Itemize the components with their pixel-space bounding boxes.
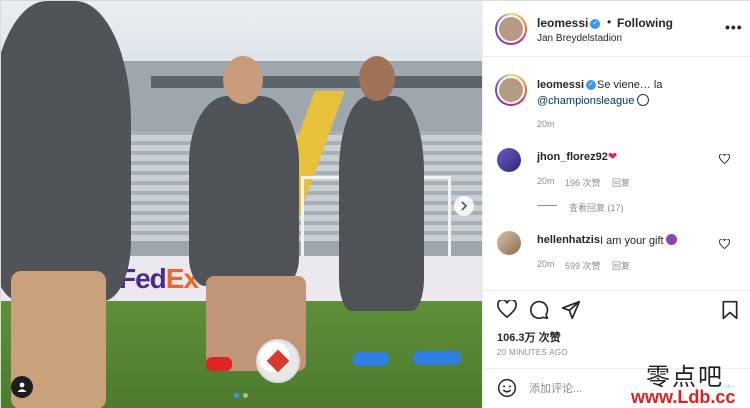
photo-boot-red: [206, 357, 232, 371]
post-photo[interactable]: FedEx: [1, 1, 482, 408]
user-icon: [17, 382, 27, 392]
comment-reply-button[interactable]: 回复: [612, 259, 630, 272]
verified-badge-icon: ✓: [590, 18, 601, 29]
carousel-indicator: [234, 393, 248, 398]
instagram-post-modal: FedEx leomessi ✓ • Following Jan Breydel…: [0, 0, 750, 408]
heart-icon: ❤: [608, 151, 618, 163]
comment-time[interactable]: 20m: [537, 176, 555, 186]
caption-text: Se viene… la: [597, 79, 663, 91]
photo-boot-blue-2: [413, 351, 461, 365]
bookmark-icon[interactable]: [721, 300, 739, 320]
emoji-smiley-icon[interactable]: [497, 378, 517, 398]
carousel-dot-active: [234, 393, 239, 398]
comment-like-heart-icon[interactable]: [719, 239, 730, 249]
comment-like-heart-icon[interactable]: [719, 154, 730, 164]
soccer-ball-icon: [637, 94, 650, 106]
following-button[interactable]: Following: [617, 16, 673, 30]
caption-mention-link[interactable]: @championsleague: [537, 94, 650, 107]
post-header: leomessi ✓ • Following Jan Breydelstadion…: [483, 1, 750, 57]
carousel-next-button[interactable]: [454, 196, 474, 216]
comment-username[interactable]: hellenhatzis: [537, 234, 600, 246]
author-avatar[interactable]: [495, 13, 527, 45]
tagged-users-button[interactable]: [11, 376, 33, 398]
author-username[interactable]: leomessi ✓: [537, 16, 601, 30]
photo-player-right-head: [359, 56, 395, 101]
comment-time[interactable]: 20m: [537, 259, 555, 269]
photo-stand-roof: [151, 76, 482, 88]
view-replies-line: [537, 205, 557, 206]
comments-section[interactable]: leomessi ✓ Se viene… la @championsleague …: [483, 58, 750, 289]
chevron-right-icon: [461, 201, 468, 211]
like-count[interactable]: 106.3万 次赞: [497, 329, 561, 345]
verified-badge-icon: ✓: [586, 80, 597, 91]
photo-boot-blue: [353, 352, 389, 366]
post-location[interactable]: Jan Breydelstadion: [537, 33, 622, 44]
carousel-dot: [243, 393, 248, 398]
comment-bubble-icon[interactable]: [529, 300, 549, 320]
comment-avatar[interactable]: [497, 231, 521, 255]
share-send-icon[interactable]: [561, 300, 581, 320]
post-side-panel: leomessi ✓ • Following Jan Breydelstadion…: [482, 1, 750, 408]
comment-text: I am your gift: [600, 234, 677, 247]
caption-time[interactable]: 20m: [537, 119, 555, 129]
caption-author-avatar[interactable]: [495, 74, 527, 106]
comment-like-count[interactable]: 196 次赞: [565, 176, 601, 189]
devil-emoji-icon: [665, 234, 677, 245]
comment-reply-button[interactable]: 回复: [612, 176, 630, 189]
comment-like-count[interactable]: 599 次赞: [565, 259, 601, 272]
photo-player-center-head: [223, 56, 263, 104]
like-heart-icon[interactable]: [497, 300, 517, 318]
comment-username[interactable]: jhon_florez92: [537, 151, 608, 163]
post-timestamp[interactable]: 20 MINUTES AGO: [497, 348, 568, 357]
watermark-url: www.Ldb.cc: [629, 387, 738, 408]
photo-player-left: [1, 1, 131, 301]
more-options-icon[interactable]: •••: [725, 19, 743, 35]
header-separator: •: [607, 15, 612, 29]
photo-ad-text: FedEx: [119, 263, 199, 294]
caption-username[interactable]: leomessi ✓: [537, 79, 597, 91]
comment-avatar[interactable]: [497, 148, 521, 172]
photo-player-center: [189, 96, 299, 286]
photo-player-right: [339, 96, 424, 311]
view-replies-button[interactable]: 查看回复 (17): [569, 201, 624, 214]
